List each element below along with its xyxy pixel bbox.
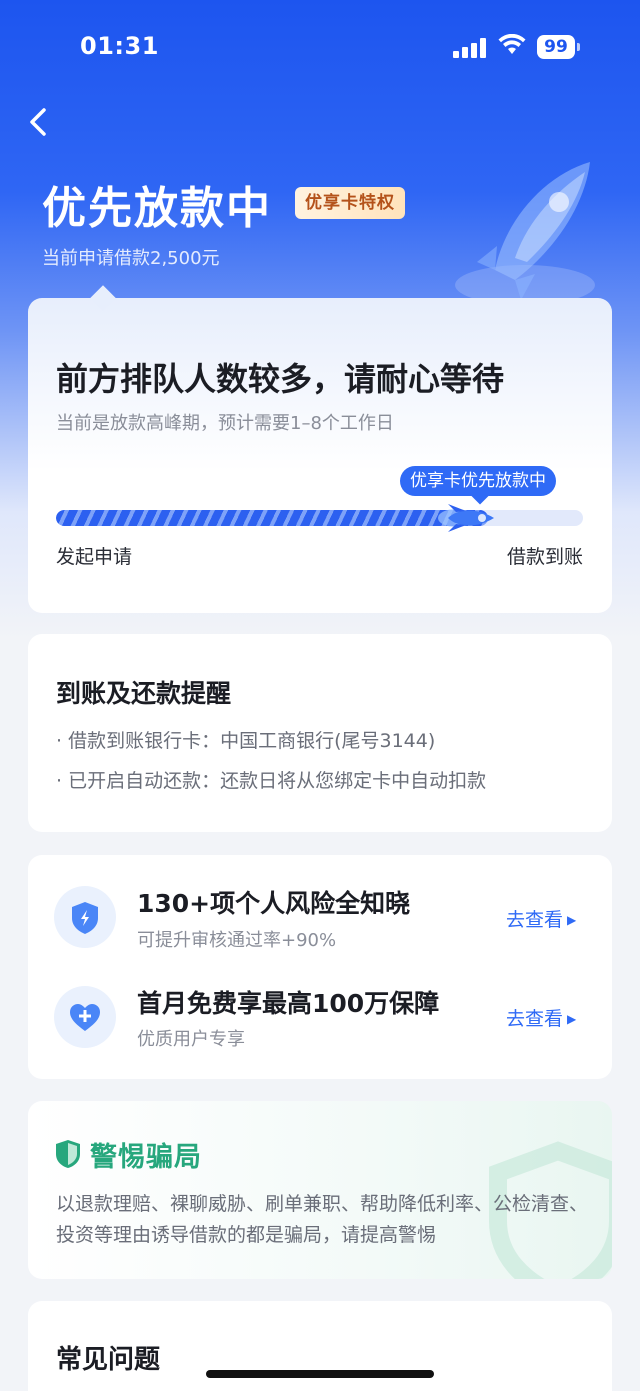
warning-title: 警惕骗局 [90,1142,202,1173]
benefit-risk-view-link[interactable]: 去查看 ▶ [506,905,576,932]
status-bar: 01:31 99 [0,0,640,96]
triangle-right-icon: ▶ [567,913,577,927]
home-indicator[interactable] [206,1370,434,1378]
loan-status-card: 前方排队人数较多，请耐心等待 当前是放款高峰期，预计需要1–8个工作日 优享卡优… [28,298,612,613]
reminder-bank-card: · 借款到账银行卡：中国工商银行(尾号3144) [56,730,436,752]
benefit-risk-title: 130+项个人风险全知晓 [137,889,411,918]
battery-indicator: 99 [537,35,580,59]
progress-start-label: 发起申请 [56,546,133,568]
triangle-right-icon: ▶ [567,1012,577,1026]
benefit-insurance-view-link[interactable]: 去查看 ▶ [506,1004,576,1031]
progress-end-label: 借款到账 [506,546,583,568]
loan-amount-subtitle: 当前申请借款2,500元 [42,248,220,269]
benefits-card: 130+项个人风险全知晓 可提升审核通过率+90% 去查看 ▶ 首月免费享最高10… [28,855,612,1079]
back-arrow-icon[interactable] [24,104,56,140]
reminder-title: 到账及还款提醒 [56,679,232,708]
warning-text: 以退款理赔、裸聊威胁、刷单兼职、帮助降低利率、公检清查、投资等理由诱导借款的都是… [56,1193,589,1246]
shield-check-icon [56,1140,80,1168]
view-link-label: 去查看 [506,909,564,931]
view-link-label: 去查看 [506,1008,564,1030]
benefit-insurance-subtitle: 优质用户专享 [137,1029,245,1050]
page-title: 优先放款中 [42,183,272,234]
progress-tooltip: 优享卡优先放款中 [400,466,556,496]
progress-rocket-icon [438,504,494,532]
reminder-auto-repay: · 已开启自动还款：还款日将从您绑定卡中自动扣款 [56,770,487,792]
progress-fill [56,510,489,526]
wifi-icon [498,34,526,54]
fraud-warning-card: 警惕骗局 以退款理赔、裸聊威胁、刷单兼职、帮助降低利率、公检清查、投资等理由诱导… [28,1101,612,1279]
progress-track [56,510,583,526]
wait-subtitle: 当前是放款高峰期，预计需要1–8个工作日 [56,413,394,434]
status-time: 01:31 [80,32,159,60]
signal-icon [453,38,487,58]
reminder-card: 到账及还款提醒 · 借款到账银行卡：中国工商银行(尾号3144) · 已开启自动… [28,634,612,832]
benefit-insurance-title: 首月免费享最高100万保障 [137,989,440,1018]
privilege-badge: 优享卡特权 [295,187,405,219]
rocket-illustration [455,162,595,305]
wait-title: 前方排队人数较多，请耐心等待 [56,360,505,398]
benefit-risk-subtitle: 可提升审核通过率+90% [137,930,337,951]
shield-lightning-icon [54,886,116,948]
heart-plus-icon [54,986,116,1048]
faq-title: 常见问题 [56,1345,161,1375]
